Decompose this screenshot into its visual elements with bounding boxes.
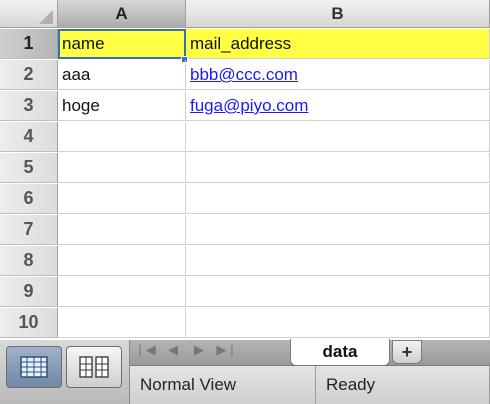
- status-bar: Normal View Ready: [130, 366, 490, 404]
- cell-a4[interactable]: [58, 122, 186, 152]
- cell-b10[interactable]: [186, 308, 490, 338]
- cell-a9[interactable]: [58, 277, 186, 307]
- cell-a7[interactable]: [58, 215, 186, 245]
- last-sheet-icon[interactable]: ▶|: [214, 342, 240, 358]
- prev-sheet-icon[interactable]: ◀: [162, 342, 188, 358]
- cell-a3[interactable]: hoge: [58, 91, 186, 121]
- cell-a6[interactable]: [58, 184, 186, 214]
- next-sheet-icon[interactable]: ▶: [188, 342, 214, 358]
- row-header-4[interactable]: 4: [0, 122, 58, 152]
- sheet-tab-strip: |◀ ◀ ▶ ▶| data +: [130, 339, 490, 366]
- row-header-5[interactable]: 5: [0, 153, 58, 183]
- cell-b7[interactable]: [186, 215, 490, 245]
- page-layout-icon: [79, 356, 109, 378]
- cell-b9[interactable]: [186, 277, 490, 307]
- cell-a8[interactable]: [58, 246, 186, 276]
- page-layout-view-button[interactable]: [66, 346, 122, 388]
- add-sheet-button[interactable]: +: [392, 340, 422, 364]
- row-header-2[interactable]: 2: [0, 60, 58, 90]
- cell-a2[interactable]: aaa: [58, 60, 186, 90]
- row-header-10[interactable]: 10: [0, 308, 58, 338]
- sheet-nav-arrows: |◀ ◀ ▶ ▶|: [136, 342, 256, 362]
- cell-b4[interactable]: [186, 122, 490, 152]
- column-header-a[interactable]: A: [58, 0, 186, 28]
- select-all-corner[interactable]: [0, 0, 58, 28]
- first-sheet-icon[interactable]: |◀: [136, 342, 162, 358]
- normal-view-button[interactable]: [6, 346, 62, 388]
- sheet-tab-data[interactable]: data: [290, 339, 390, 366]
- grid-view-icon: [20, 356, 48, 378]
- cell-a5[interactable]: [58, 153, 186, 183]
- cell-b1[interactable]: mail_address: [186, 29, 490, 59]
- view-mode-status: Normal View: [130, 366, 316, 404]
- select-all-icon: [39, 10, 53, 24]
- ready-status: Ready: [316, 366, 490, 404]
- cell-b8[interactable]: [186, 246, 490, 276]
- cell-b3-link[interactable]: fuga@piyo.com: [186, 91, 490, 121]
- view-buttons: [0, 340, 130, 404]
- cell-b2-link[interactable]: bbb@ccc.com: [186, 60, 490, 90]
- column-header-row: A B: [0, 0, 490, 28]
- row-header-6[interactable]: 6: [0, 184, 58, 214]
- cell-a1[interactable]: name: [58, 29, 186, 59]
- cell-grid: name mail_address aaa bbb@ccc.com hoge f…: [58, 29, 490, 340]
- cell-a10[interactable]: [58, 308, 186, 338]
- row-header-3[interactable]: 3: [0, 91, 58, 121]
- row-header-8[interactable]: 8: [0, 246, 58, 276]
- bottom-bar: |◀ ◀ ▶ ▶| data + Normal View Ready: [0, 339, 490, 404]
- row-header-1[interactable]: 1: [0, 29, 58, 59]
- cell-b6[interactable]: [186, 184, 490, 214]
- cell-b5[interactable]: [186, 153, 490, 183]
- row-header-9[interactable]: 9: [0, 277, 58, 307]
- column-header-b[interactable]: B: [186, 0, 490, 28]
- row-header-7[interactable]: 7: [0, 215, 58, 245]
